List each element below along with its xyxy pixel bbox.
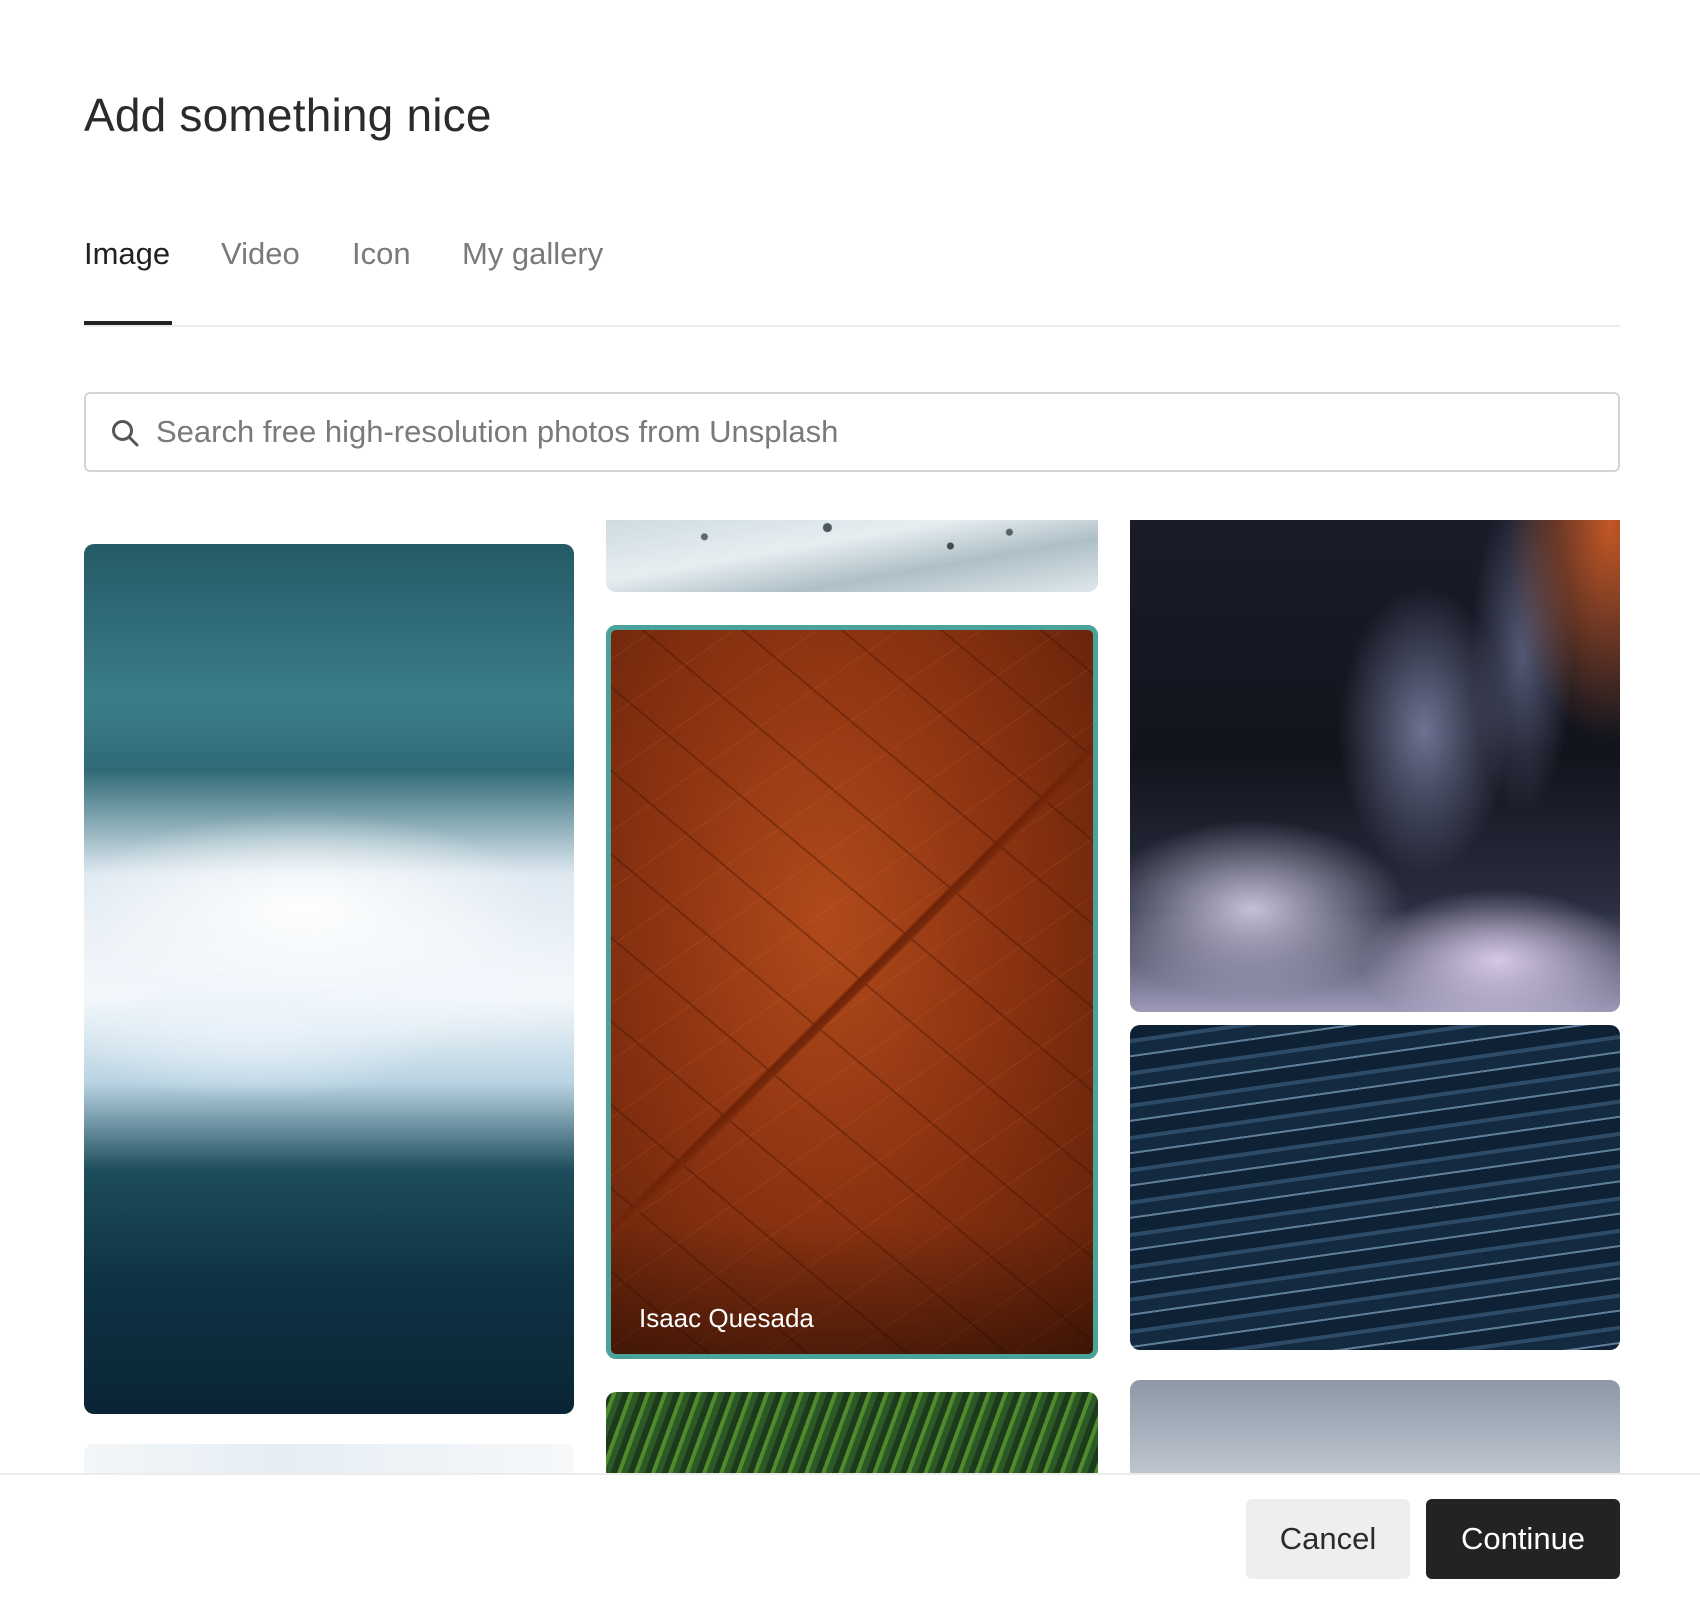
- photo-credit: Isaac Quesada: [639, 1303, 814, 1333]
- active-tab-indicator: [84, 321, 172, 325]
- media-tabs: Image Video Icon My gallery: [84, 236, 1620, 327]
- photo-caption-shade: [611, 1224, 1093, 1354]
- photo-grid: Isaac Quesada: [0, 520, 1700, 1473]
- add-media-dialog: Add something nice Image Video Icon My g…: [0, 0, 1700, 1600]
- cancel-button[interactable]: Cancel: [1246, 1499, 1410, 1579]
- dialog-title: Add something nice: [84, 89, 492, 141]
- photo-ocean-wave[interactable]: [84, 544, 574, 1414]
- photo-dark-water[interactable]: [1130, 1025, 1620, 1350]
- search-icon: [112, 420, 139, 447]
- photo-fluid-paint[interactable]: [1130, 520, 1620, 1012]
- photo-partial-light[interactable]: [84, 1444, 574, 1473]
- tab-my-gallery[interactable]: My gallery: [462, 236, 603, 272]
- tab-icon[interactable]: Icon: [352, 236, 411, 272]
- tab-video[interactable]: Video: [221, 236, 300, 272]
- search-input[interactable]: [156, 396, 1596, 468]
- tab-image[interactable]: Image: [84, 236, 170, 272]
- photo-snowy-mountain[interactable]: [606, 520, 1098, 592]
- photo-foggy-sky[interactable]: [1130, 1380, 1620, 1473]
- search-box[interactable]: [84, 392, 1620, 472]
- photo-orange-leaf-selected[interactable]: Isaac Quesada: [606, 625, 1098, 1359]
- dialog-footer: Cancel Continue: [0, 1473, 1700, 1600]
- photo-palm-leaves[interactable]: [606, 1392, 1098, 1473]
- continue-button[interactable]: Continue: [1426, 1499, 1620, 1579]
